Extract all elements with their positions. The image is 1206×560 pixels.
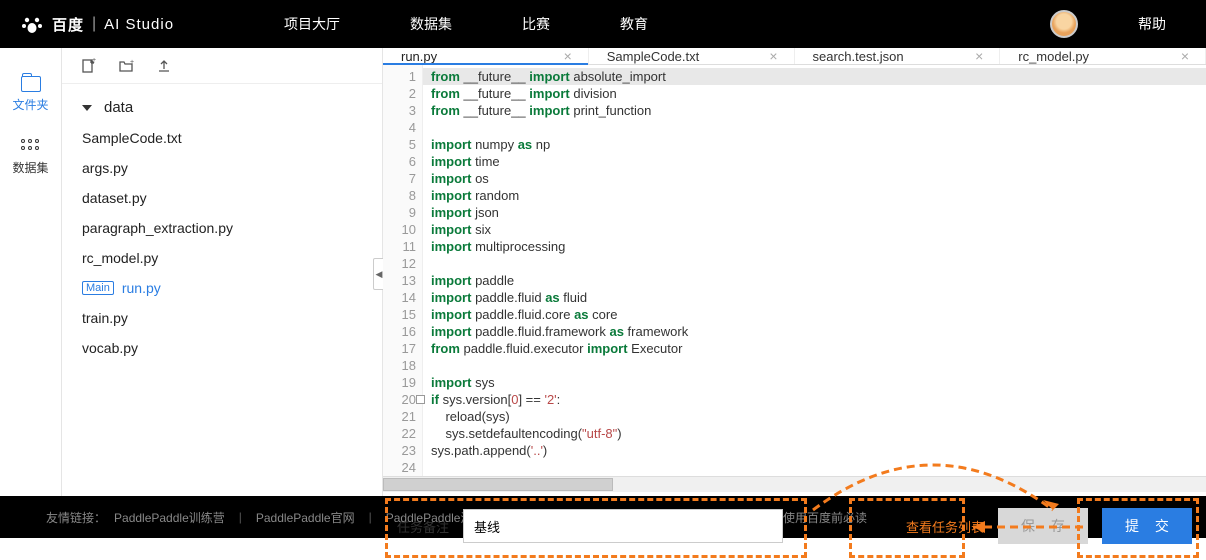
folder-name: data	[104, 99, 133, 116]
task-label: 任务备注	[397, 517, 449, 536]
nav-competitions[interactable]: 比赛	[522, 14, 550, 34]
footer-link[interactable]: PaddlePaddle训练营	[114, 509, 225, 526]
svg-text:+: +	[92, 58, 96, 64]
file-row[interactable]: paragraph_extraction.py	[62, 213, 382, 243]
chevron-down-icon	[82, 105, 92, 111]
main-badge: Main	[82, 281, 114, 295]
dataset-icon	[21, 139, 41, 155]
file-row[interactable]: args.py	[62, 153, 382, 183]
nav-education[interactable]: 教育	[620, 14, 648, 34]
new-folder-icon[interactable]: +	[118, 58, 134, 74]
close-icon[interactable]: ×	[975, 48, 983, 64]
file-row[interactable]: rc_model.py	[62, 243, 382, 273]
file-name: run.py	[122, 280, 161, 296]
tab-samplecode[interactable]: SampleCode.txt ×	[589, 48, 795, 64]
logo[interactable]: 百度 | AI Studio	[18, 10, 174, 38]
nav-projects[interactable]: 项目大厅	[284, 14, 340, 34]
view-task-list-link[interactable]: 查看任务列表	[906, 517, 984, 536]
editor-area: ◀ run.py × SampleCode.txt × search.test.…	[382, 48, 1206, 496]
close-icon[interactable]: ×	[769, 48, 777, 64]
avatar[interactable]	[1050, 10, 1078, 38]
file-row[interactable]: vocab.py	[62, 333, 382, 363]
close-icon[interactable]: ×	[1181, 48, 1189, 64]
file-row[interactable]: dataset.py	[62, 183, 382, 213]
scrollbar-thumb[interactable]	[383, 478, 613, 491]
help-link[interactable]: 帮助	[1138, 14, 1166, 34]
tab-search-json[interactable]: search.test.json ×	[795, 48, 1001, 64]
logo-text: 百度	[52, 14, 84, 35]
close-icon[interactable]: ×	[564, 48, 572, 64]
left-rail-datasets-label: 数据集	[12, 159, 48, 176]
file-row-main[interactable]: Main run.py	[62, 273, 382, 303]
folder-row[interactable]: data	[62, 92, 382, 123]
file-list: data SampleCode.txt args.py dataset.py p…	[62, 84, 382, 496]
save-button[interactable]: 保 存	[998, 508, 1088, 544]
tab-run-py[interactable]: run.py ×	[383, 48, 589, 64]
left-rail-files-label: 文件夹	[12, 96, 48, 113]
top-right: 帮助	[1050, 10, 1166, 38]
logo-divider: |	[92, 15, 96, 33]
svg-text:+: +	[130, 59, 134, 66]
top-nav: 项目大厅 数据集 比赛 教育	[284, 14, 648, 34]
upload-icon[interactable]	[156, 58, 172, 74]
left-rail-files[interactable]: 文件夹	[0, 70, 61, 127]
logo-sub: AI Studio	[104, 16, 174, 33]
footer-label: 友情链接：	[46, 509, 106, 526]
footer-link[interactable]: PaddlePaddle官网	[256, 509, 355, 526]
file-panel: + + data SampleCode.txt args.py dataset.…	[62, 48, 382, 496]
file-row[interactable]: train.py	[62, 303, 382, 333]
code-content[interactable]: from __future__ import absolute_importfr…	[423, 65, 1206, 476]
folder-icon	[21, 76, 41, 92]
nav-datasets[interactable]: 数据集	[410, 14, 452, 34]
file-toolbar: + +	[62, 48, 382, 84]
left-rail-datasets[interactable]: 数据集	[0, 133, 61, 190]
line-gutter: 123456789101112131415161718192021222324	[383, 65, 423, 476]
left-rail: 文件夹 数据集	[0, 48, 62, 496]
submit-button[interactable]: 提 交	[1102, 508, 1192, 544]
file-row[interactable]: SampleCode.txt	[62, 123, 382, 153]
code-editor[interactable]: 123456789101112131415161718192021222324 …	[383, 65, 1206, 476]
editor-tabs: run.py × SampleCode.txt × search.test.js…	[383, 48, 1206, 65]
baidu-paw-icon	[18, 10, 46, 38]
tab-rc-model[interactable]: rc_model.py ×	[1000, 48, 1206, 64]
horizontal-scrollbar[interactable]	[383, 476, 1206, 492]
top-bar: 百度 | AI Studio 项目大厅 数据集 比赛 教育 帮助	[0, 0, 1206, 48]
task-bar: 任务备注 查看任务列表 保 存 提 交	[383, 492, 1206, 560]
new-file-icon[interactable]: +	[80, 58, 96, 74]
main-area: 文件夹 数据集 + + data SampleCode.txt args.py …	[0, 48, 1206, 496]
